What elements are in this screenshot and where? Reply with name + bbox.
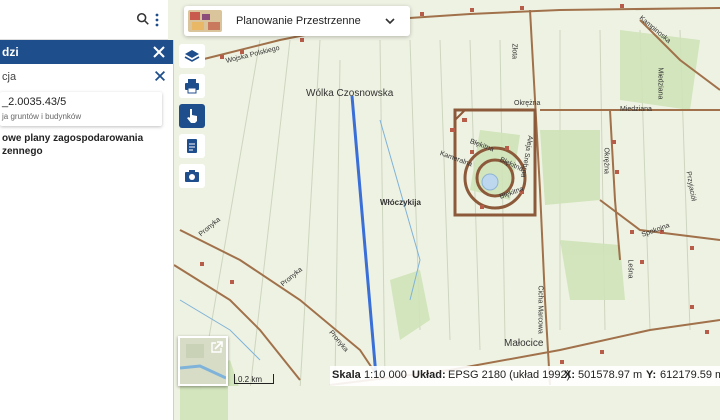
status-strip xyxy=(228,386,720,420)
road-label-miedziana: Miedziana xyxy=(620,106,652,113)
panel-subheader: cja xyxy=(0,64,173,88)
road-label-zlota: Złota xyxy=(510,43,518,60)
panel-subtitle: cja xyxy=(2,71,17,83)
camera-button[interactable] xyxy=(179,164,205,188)
road-label-miedzianka: Miedziana xyxy=(656,67,664,100)
kebab-icon[interactable] xyxy=(152,12,162,28)
plans-line-1: owe plany zagospodarowania xyxy=(2,133,144,144)
panel-header: dzi xyxy=(0,40,173,64)
road-label-okrezna: Okrężna xyxy=(514,100,541,107)
road-label-lesna: Leśna xyxy=(626,259,634,279)
status-bar: Skala 1:10 000 Układ: EPSG 2180 (układ 1… xyxy=(330,366,720,386)
layers-button[interactable] xyxy=(179,44,205,68)
scale-label: Skala xyxy=(332,369,361,381)
road-label-okrezna-2: Okrężna xyxy=(602,147,610,174)
place-label-wolka: Wólka Czosnowska xyxy=(306,88,394,99)
crs-label: Układ: xyxy=(412,369,446,381)
chevron-down-icon xyxy=(385,18,395,25)
close-icon[interactable] xyxy=(153,69,167,83)
search-bar xyxy=(0,0,168,40)
road-label-cicha: Cicha Marcowa xyxy=(536,285,544,334)
y-label: Y: xyxy=(646,369,657,381)
expand-icon[interactable] xyxy=(211,341,223,353)
side-panel: dzi cja _2.0035.43/5 ja gruntów i budynk… xyxy=(0,40,174,420)
close-icon[interactable] xyxy=(151,44,167,60)
parcel-description: ja gruntów i budynków xyxy=(2,112,82,121)
plans-heading: owe plany zagospodarowania zennego xyxy=(2,132,162,158)
theme-label: Planowanie Przestrzenne xyxy=(236,15,361,27)
theme-dropdown[interactable]: Planowanie Przestrzenne xyxy=(184,6,410,36)
plans-line-2: zennego xyxy=(2,146,43,157)
document-button[interactable] xyxy=(179,134,205,158)
layers-icon xyxy=(184,50,200,62)
pointer-button[interactable] xyxy=(179,104,205,128)
search-input[interactable] xyxy=(0,10,120,30)
scale-bar-label: 0.2 km xyxy=(238,375,263,384)
place-label-wloczykija: Włóczykija xyxy=(380,198,421,207)
theme-thumbnail xyxy=(188,10,222,32)
y-value: 612179.59 m xyxy=(660,369,720,381)
camera-icon xyxy=(185,170,199,182)
pointer-icon xyxy=(187,109,197,123)
x-value: 501578.97 m xyxy=(578,369,643,381)
print-icon xyxy=(185,79,199,94)
parcel-card[interactable]: _2.0035.43/5 ja gruntów i budynków xyxy=(0,92,162,126)
x-label: X: xyxy=(564,369,575,381)
parcel-id: _2.0035.43/5 xyxy=(2,96,67,108)
map-toolbar xyxy=(179,44,205,194)
document-icon xyxy=(187,139,197,153)
crs-value[interactable]: EPSG 2180 (układ 1992) xyxy=(448,369,570,381)
overview-minimap[interactable] xyxy=(178,336,228,386)
print-button[interactable] xyxy=(179,74,205,98)
search-icon[interactable] xyxy=(136,12,150,26)
scale-value[interactable]: 1:10 000 xyxy=(364,369,407,381)
panel-title: dzi xyxy=(2,45,19,59)
place-label-malocice: Małocice xyxy=(504,338,544,349)
